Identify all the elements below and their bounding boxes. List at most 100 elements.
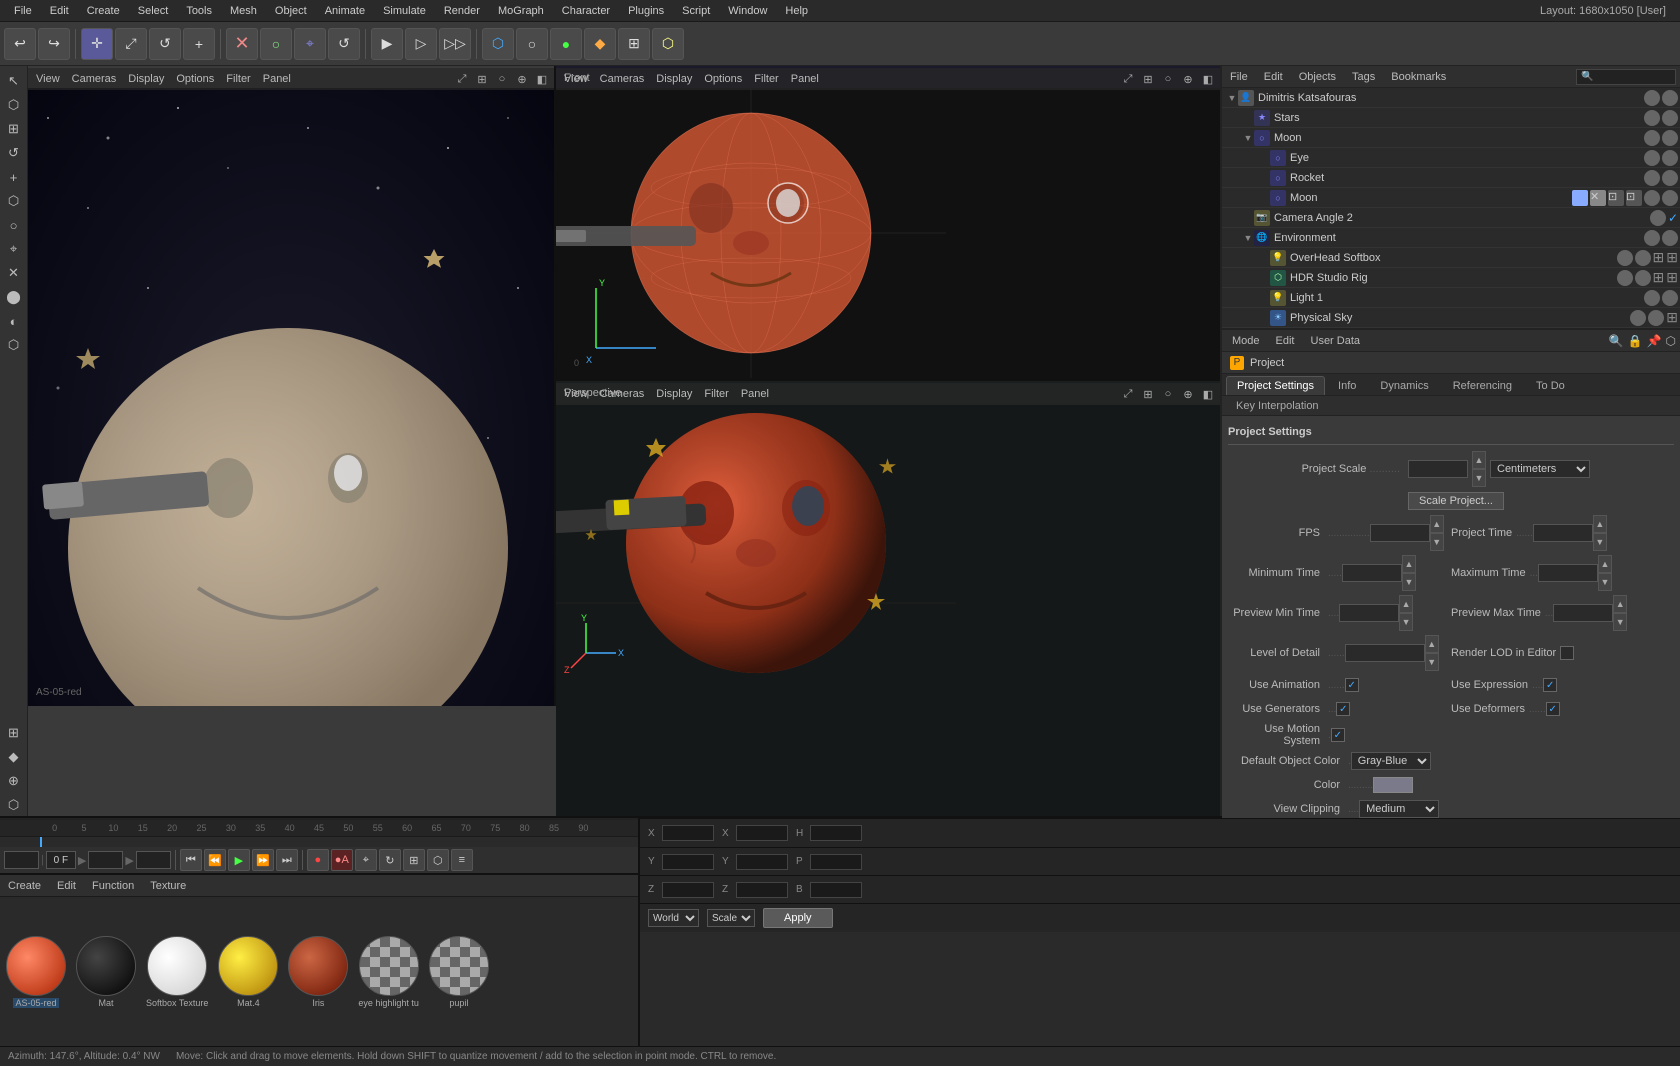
sidebar-tool-3[interactable]: ⊞ <box>3 118 25 140</box>
om-row-0[interactable]: ▼ 👤 Dimitris Katsafouras <box>1222 88 1680 108</box>
project-scale-unit-dropdown[interactable]: Centimeters Meters Millimeters <box>1490 460 1590 478</box>
sidebar-tool-9[interactable]: ✕ <box>3 262 25 284</box>
vp-left-filter[interactable]: Filter <box>222 72 254 86</box>
vp-persp-display[interactable]: Display <box>652 387 696 401</box>
sidebar-tool-5[interactable]: + <box>3 166 25 188</box>
om-tags[interactable]: Tags <box>1348 70 1379 84</box>
om-row-8[interactable]: 💡 OverHead Softbox ⊞ ⊞ <box>1222 248 1680 268</box>
mat-create-menu[interactable]: Create <box>4 879 45 893</box>
min-time-down[interactable]: ▼ <box>1402 573 1416 591</box>
menu-window[interactable]: Window <box>720 3 775 19</box>
menu-simulate[interactable]: Simulate <box>375 3 434 19</box>
om-dot-9a[interactable] <box>1617 270 1633 286</box>
om-dot-8a[interactable] <box>1617 250 1633 266</box>
menu-plugins[interactable]: Plugins <box>620 3 672 19</box>
am-edit[interactable]: Edit <box>1270 334 1301 348</box>
sidebar-tool-bottom-3[interactable]: ⊕ <box>3 770 25 792</box>
tl-end-btn[interactable]: ⏭ <box>276 849 298 871</box>
preview-min-input[interactable]: 0 F <box>1339 604 1399 622</box>
om-dot-7b[interactable] <box>1662 230 1678 246</box>
om-dot-3b[interactable] <box>1662 150 1678 166</box>
vp-left-display[interactable]: Display <box>124 72 168 86</box>
scale-tool[interactable]: ⤢ <box>115 28 147 60</box>
menu-object[interactable]: Object <box>267 3 315 19</box>
world-dropdown[interactable]: World Object <box>648 909 699 927</box>
coord-sy-input[interactable]: 0 cm <box>736 854 788 870</box>
frame-end-input[interactable]: 90 F <box>88 851 123 869</box>
move-tool[interactable]: ✛ <box>81 28 113 60</box>
preview-max-down[interactable]: ▼ <box>1613 613 1627 631</box>
menu-file[interactable]: File <box>6 3 40 19</box>
fps-down[interactable]: ▼ <box>1430 533 1444 551</box>
om-dot-4a[interactable] <box>1644 170 1660 186</box>
project-time-up[interactable]: ▲ <box>1593 515 1607 533</box>
coord-y-input[interactable]: 0 cm <box>662 854 714 870</box>
am-pin-icon[interactable]: 📌 <box>1647 334 1662 348</box>
tl-rec-auto[interactable]: ●A <box>331 849 353 871</box>
vp-left-icon-5[interactable]: ◧ <box>534 71 550 87</box>
max-time-input[interactable]: 90 F <box>1538 564 1598 582</box>
color-swatch[interactable] <box>1373 777 1413 793</box>
vp-left-cameras[interactable]: Cameras <box>68 72 121 86</box>
om-edit[interactable]: Edit <box>1260 70 1287 84</box>
project-scale-input[interactable]: 1 <box>1408 460 1468 478</box>
om-dot-skya[interactable] <box>1630 310 1646 326</box>
viewport-front[interactable]: View Cameras Display Options Filter Pane… <box>556 66 1220 381</box>
lod-input[interactable]: 50 % <box>1345 644 1425 662</box>
om-dot-1a[interactable] <box>1644 110 1660 126</box>
om-row-sky[interactable]: ☀ Physical Sky ⊞ <box>1222 308 1680 328</box>
menu-edit[interactable]: Edit <box>42 3 77 19</box>
polygon-mode[interactable]: ↺ <box>328 28 360 60</box>
tl-sync-btn[interactable]: ⊞ <box>403 849 425 871</box>
om-dot-8b[interactable] <box>1635 250 1651 266</box>
om-dot-light1b[interactable] <box>1662 290 1678 306</box>
menu-mesh[interactable]: Mesh <box>222 3 265 19</box>
mat-item-5[interactable]: eye highlight tu <box>356 934 421 1010</box>
om-search-input[interactable] <box>1576 69 1676 85</box>
vp-front-filter[interactable]: Filter <box>750 72 782 86</box>
om-row-7[interactable]: ▼ 🌐 Environment <box>1222 228 1680 248</box>
menu-animate[interactable]: Animate <box>317 3 373 19</box>
om-dot-3a[interactable] <box>1644 150 1660 166</box>
vp-front-icon-4[interactable]: ⊕ <box>1180 71 1196 87</box>
viewport-perspective[interactable]: View Cameras Display Filter Panel ⤢ ⊞ ○ … <box>556 381 1220 816</box>
mat-function-menu[interactable]: Function <box>88 879 138 893</box>
om-dot-light1a[interactable] <box>1644 290 1660 306</box>
vp-persp-filter[interactable]: Filter <box>700 387 732 401</box>
mat-item-2[interactable]: Softbox Texture <box>144 934 210 1010</box>
om-dot-6a[interactable] <box>1650 210 1666 226</box>
frame-current-input[interactable]: 0 F <box>4 851 39 869</box>
viewport-left[interactable]: View Cameras Display Options Filter Pane… <box>28 66 556 706</box>
vp-front-panel[interactable]: Panel <box>787 72 823 86</box>
vp-front-display[interactable]: Display <box>652 72 696 86</box>
render-lod-checkbox[interactable] <box>1560 646 1574 660</box>
vp-front-cameras[interactable]: Cameras <box>596 72 649 86</box>
mat-texture-menu[interactable]: Texture <box>146 879 190 893</box>
fps-display-input[interactable]: 90 F <box>136 851 171 869</box>
coord-x-input[interactable]: 0 cm <box>662 825 714 841</box>
default-obj-color-dropdown[interactable]: Gray-Blue <box>1351 752 1431 770</box>
fps-input[interactable]: 30 <box>1370 524 1430 542</box>
render-active[interactable]: ▷ <box>405 28 437 60</box>
redo-button[interactable]: ↪ <box>38 28 70 60</box>
vp-persp-icon-4[interactable]: ⊕ <box>1180 386 1196 402</box>
scale-dropdown[interactable]: Scale <box>707 909 755 927</box>
mat-item-1[interactable]: Mat <box>74 934 138 1010</box>
deformers[interactable]: ◆ <box>584 28 616 60</box>
vp-persp-panel[interactable]: Panel <box>737 387 773 401</box>
vp-persp-icon-1[interactable]: ⤢ <box>1120 386 1136 402</box>
view-clipping-dropdown[interactable]: Medium Low High <box>1359 800 1439 818</box>
lod-up[interactable]: ▲ <box>1425 635 1439 653</box>
tl-rec-btn[interactable]: ● <box>307 849 329 871</box>
om-file[interactable]: File <box>1226 70 1252 84</box>
menu-create[interactable]: Create <box>79 3 128 19</box>
mat-item-6[interactable]: pupil <box>427 934 491 1010</box>
apply-button[interactable]: Apply <box>763 908 833 928</box>
tl-loop-btn[interactable]: ↻ <box>379 849 401 871</box>
min-time-input[interactable]: 0 F <box>1342 564 1402 582</box>
coord-sz-input[interactable]: 0 cm <box>736 882 788 898</box>
om-dot-4b[interactable] <box>1662 170 1678 186</box>
lod-down[interactable]: ▼ <box>1425 653 1439 671</box>
om-row-3[interactable]: ○ Eye <box>1222 148 1680 168</box>
tab-project-settings[interactable]: Project Settings <box>1226 376 1325 395</box>
